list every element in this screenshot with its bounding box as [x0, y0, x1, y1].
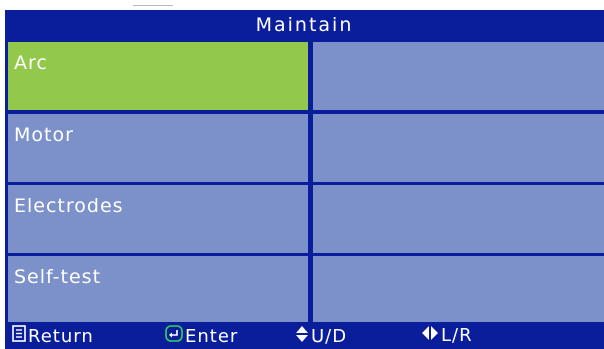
menu-item-label: Arc — [14, 52, 48, 74]
menu-item-label: Electrodes — [14, 195, 124, 217]
menu-item-label: Motor — [14, 124, 74, 146]
left-right-icon — [421, 325, 439, 346]
menu-value-cell-motor — [313, 114, 604, 182]
menu-value-cell-self-test — [313, 256, 604, 322]
menu-value-cell-arc — [313, 42, 604, 110]
up-down-icon — [295, 325, 309, 348]
menu-item-arc[interactable]: Arc — [8, 42, 308, 110]
top-divider-mark — [133, 5, 173, 6]
enter-hint[interactable]: Enter — [165, 325, 238, 347]
return-icon — [12, 325, 26, 347]
menu-value-cell-electrodes — [313, 185, 604, 253]
up-down-hint[interactable]: U/D — [295, 325, 347, 348]
return-label: Return — [28, 325, 94, 347]
key-hint-bar: Return Enter U/D L/R — [5, 322, 604, 349]
enter-label: Enter — [185, 325, 239, 347]
return-hint[interactable]: Return — [12, 325, 94, 347]
left-right-hint[interactable]: L/R — [421, 325, 473, 346]
menu-item-motor[interactable]: Motor — [8, 114, 308, 182]
up-down-label: U/D — [311, 326, 348, 347]
enter-icon — [165, 325, 183, 347]
menu-item-self-test[interactable]: Self-test — [8, 256, 308, 322]
menu-item-electrodes[interactable]: Electrodes — [8, 185, 308, 253]
left-right-label: L/R — [441, 325, 473, 346]
maintain-screen: Maintain Arc Motor Electrodes Self-test … — [5, 10, 604, 349]
menu-item-label: Self-test — [14, 266, 102, 288]
page-title: Maintain — [255, 14, 354, 36]
